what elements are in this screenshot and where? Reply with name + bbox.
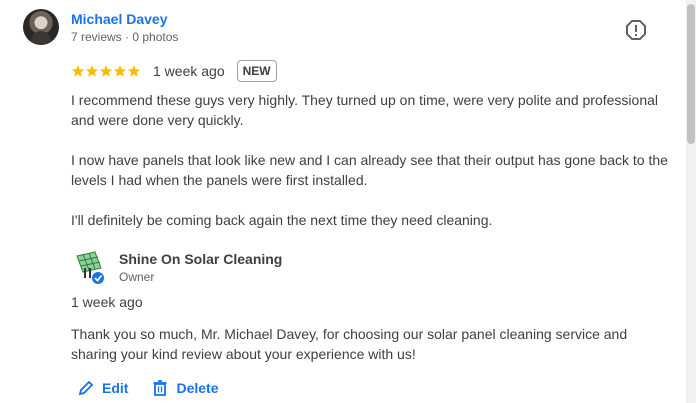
star-icon: [113, 65, 127, 77]
reply-text: Thank you so much, Mr. Michael Davey, fo…: [71, 326, 628, 362]
review-card: Michael Davey 7 reviews · 0 photos 1 wee…: [0, 0, 696, 403]
rating-row: 1 week ago NEW: [71, 59, 277, 83]
edit-label: Edit: [102, 380, 129, 396]
edit-button[interactable]: Edit: [78, 380, 128, 396]
review-paragraph: I recommend these guys very highly. They…: [71, 92, 659, 128]
review-text: I recommend these guys very highly. They…: [71, 90, 671, 250]
scrollbar-thumb[interactable]: [687, 4, 695, 144]
trash-icon: [153, 380, 167, 396]
review-paragraph: I now have panels that look like new and…: [71, 152, 668, 188]
report-icon: [626, 20, 646, 40]
review-paragraph: I'll definitely be coming back again the…: [71, 212, 493, 228]
new-badge: NEW: [236, 60, 277, 82]
star-icon: [99, 65, 113, 77]
owner-role: Owner: [119, 270, 155, 284]
owner-name: Shine On Solar Cleaning: [119, 251, 283, 267]
scrollbar[interactable]: [686, 0, 696, 403]
reviewer-meta: 7 reviews · 0 photos: [71, 30, 179, 44]
review-time: 1 week ago: [153, 63, 225, 79]
star-icon: [85, 65, 99, 77]
owner-avatar: [71, 250, 107, 286]
star-rating: [71, 64, 141, 78]
delete-label: Delete: [176, 380, 219, 396]
reply-time: 1 week ago: [71, 294, 143, 310]
star-icon: [71, 65, 85, 77]
report-button[interactable]: [624, 18, 648, 42]
reviewer-name[interactable]: Michael Davey: [71, 11, 168, 27]
pencil-icon: [78, 380, 94, 396]
reply-actions: Edit Delete: [78, 380, 218, 396]
reviewer-avatar[interactable]: [23, 9, 59, 45]
delete-button[interactable]: Delete: [152, 380, 218, 396]
star-icon: [127, 65, 141, 77]
